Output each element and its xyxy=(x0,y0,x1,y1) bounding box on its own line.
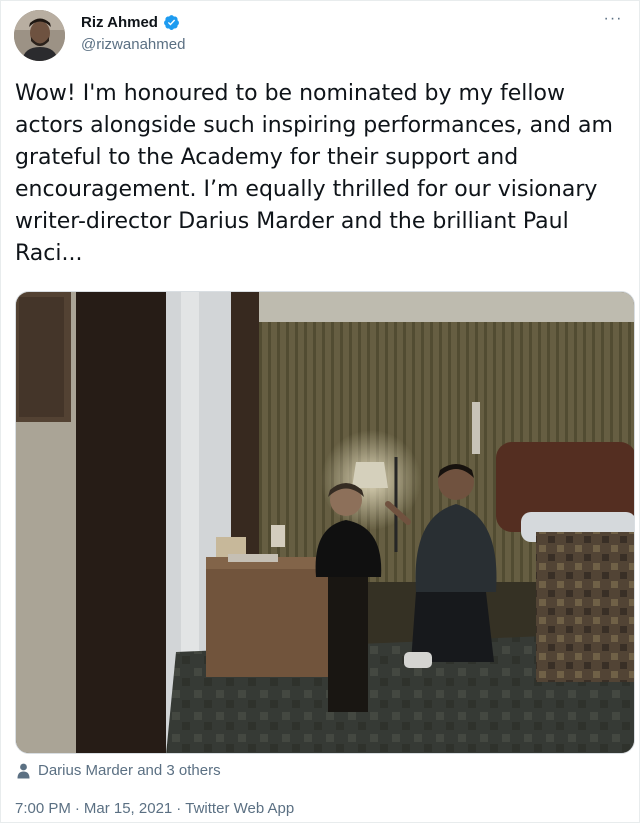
avatar[interactable] xyxy=(14,10,65,61)
more-horizontal-icon: ··· xyxy=(603,10,623,27)
verified-badge-icon xyxy=(164,15,179,30)
hotel-room-photo xyxy=(16,292,634,753)
tweet-photo[interactable] xyxy=(15,291,635,754)
meta-separator: · xyxy=(176,800,182,817)
tweet-date[interactable]: Mar 15, 2021 xyxy=(84,800,172,817)
tweet-card: Riz Ahmed @rizwanahmed ··· Wow! I'm hono… xyxy=(0,0,640,823)
more-options-button[interactable]: ··· xyxy=(601,7,625,31)
meta-separator: · xyxy=(74,800,80,817)
tagged-people-text[interactable]: Darius Marder and 3 others xyxy=(38,762,221,779)
author-display-name[interactable]: Riz Ahmed xyxy=(81,14,158,31)
author-handle[interactable]: @rizwanahmed xyxy=(81,36,185,53)
tweet-source[interactable]: Twitter Web App xyxy=(185,800,294,817)
tweet-metadata: 7:00 PM · Mar 15, 2021 · Twitter Web App xyxy=(15,800,294,817)
author-name-row[interactable]: Riz Ahmed xyxy=(81,14,180,31)
tweet-text: Wow! I'm honoured to be nominated by my … xyxy=(15,81,613,266)
tweet-time[interactable]: 7:00 PM xyxy=(15,800,71,817)
tagged-people-link[interactable]: Darius Marder and 3 others xyxy=(17,762,221,779)
person-icon xyxy=(17,763,30,778)
